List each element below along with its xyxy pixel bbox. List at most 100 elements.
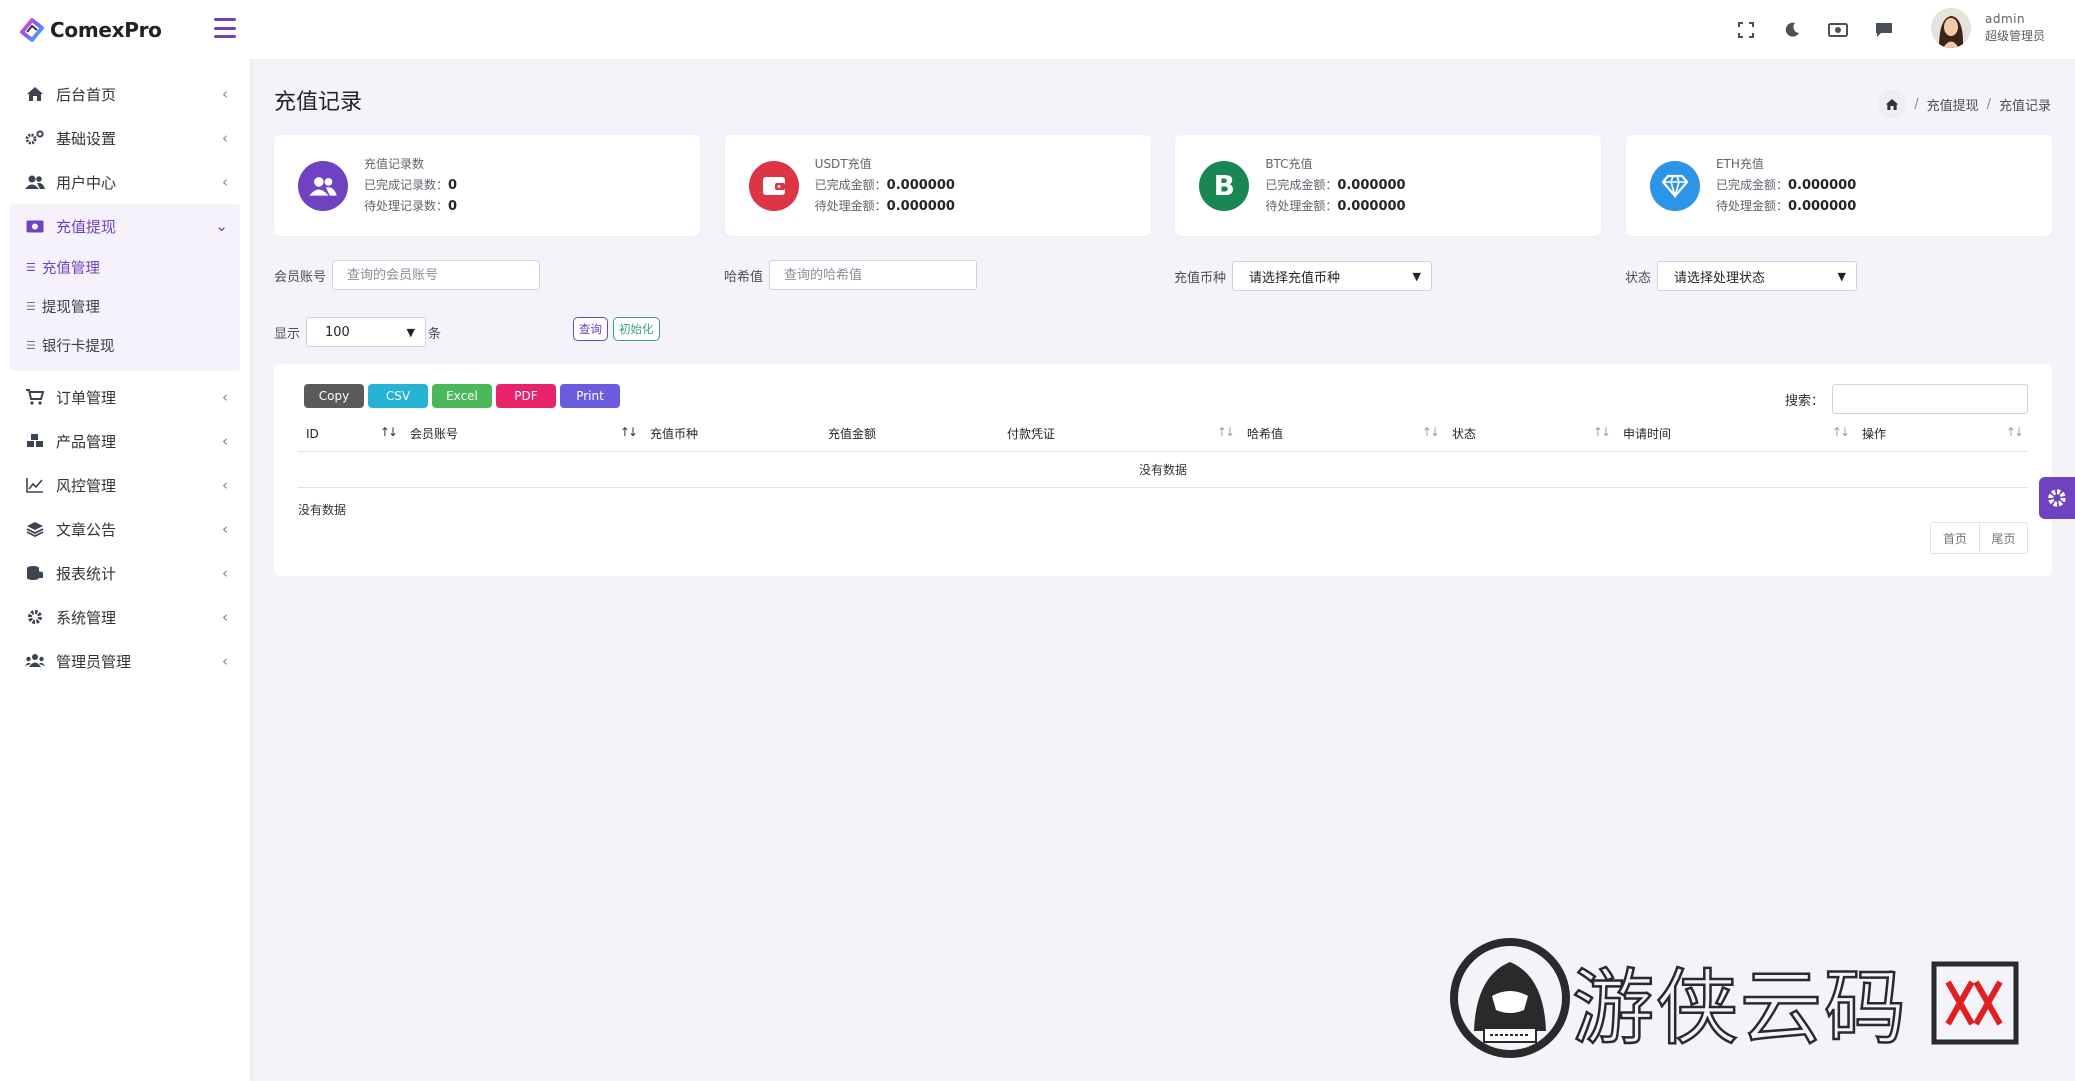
sidebar-item-admins[interactable]: 管理员管理 ‹ bbox=[0, 639, 250, 683]
fullscreen-icon[interactable] bbox=[1735, 19, 1757, 41]
pagination: 首页 尾页 bbox=[1930, 522, 2028, 554]
watermark-text: 游侠云码 bbox=[1572, 961, 1908, 1056]
breadcrumb-item-current: 充值记录 bbox=[1998, 98, 2051, 114]
sidebar-item-user-center[interactable]: 用户中心 ‹ bbox=[0, 160, 250, 204]
export-buttons: Copy CSV Excel PDF Print bbox=[304, 384, 620, 408]
sort-icon: ↑↓ bbox=[1421, 424, 1440, 439]
column-header[interactable]: 申请时间 ↑↓ bbox=[1615, 416, 1854, 452]
chevron-down-icon: ▼ bbox=[1412, 269, 1422, 283]
settings-gear-button[interactable] bbox=[2039, 477, 2075, 519]
sidebar-item-reports[interactable]: 报表统计 ‹ bbox=[0, 551, 250, 595]
pdf-button[interactable]: PDF bbox=[496, 384, 556, 408]
coin-select[interactable]: 请选择充值币种 ▼ bbox=[1232, 261, 1433, 291]
hash-input[interactable] bbox=[769, 260, 978, 290]
message-icon[interactable] bbox=[1873, 19, 1895, 41]
coins-icon bbox=[24, 562, 46, 584]
chevron-left-icon: ‹ bbox=[222, 564, 228, 582]
user-name: admin bbox=[1984, 12, 2026, 26]
chevron-left-icon: ‹ bbox=[222, 85, 228, 103]
status-select-value: 请选择处理状态 bbox=[1674, 270, 1766, 286]
reset-button[interactable]: 初始化 bbox=[613, 317, 660, 341]
card-label: 已完成记录数： bbox=[364, 178, 449, 192]
excel-button[interactable]: Excel bbox=[432, 384, 492, 408]
sidebar-menu: 后台首页 ‹ 基础设置 ‹ 用户中心 ‹ bbox=[0, 60, 250, 204]
money-bill-icon[interactable] bbox=[1827, 19, 1849, 41]
sidebar-subitem-recharge-manage[interactable]: ☰ 充值管理 bbox=[10, 248, 240, 287]
column-header[interactable]: 付款凭证 ↑↓ bbox=[999, 416, 1239, 452]
table-info: 没有数据 bbox=[298, 503, 347, 517]
coin-select-value: 请选择充值币种 bbox=[1249, 270, 1341, 286]
sidebar-subitem-withdraw-manage[interactable]: ☰ 提现管理 bbox=[10, 287, 240, 326]
card-value: 0.000000 bbox=[1787, 178, 1857, 193]
sidebar-item-label: 充值提现 bbox=[56, 217, 117, 236]
stat-cards: 充值记录数 已完成记录数：0 待处理记录数：0 USDT充值 已完成金额：0.0… bbox=[274, 135, 2052, 236]
filter-hash: 哈希值 bbox=[724, 260, 978, 290]
column-header[interactable]: ID ↑↓ bbox=[298, 416, 402, 452]
column-header[interactable]: 哈希值 ↑↓ bbox=[1239, 416, 1444, 452]
cubes-icon bbox=[24, 430, 46, 452]
list-icon: ☰ bbox=[26, 261, 36, 274]
sidebar-item-risk-control[interactable]: 风控管理 ‹ bbox=[0, 463, 250, 507]
sidebar-item-basic-settings[interactable]: 基础设置 ‹ bbox=[0, 116, 250, 160]
home-icon bbox=[24, 83, 46, 105]
breadcrumb: / 充值提现 / 充值记录 bbox=[1878, 90, 2051, 118]
logo[interactable]: ComexPro bbox=[0, 0, 250, 60]
topbar: admin 超级管理员 bbox=[250, 0, 2075, 60]
sidebar-item-system[interactable]: 系统管理 ‹ bbox=[0, 595, 250, 639]
sidebar-item-products[interactable]: 产品管理 ‹ bbox=[0, 419, 250, 463]
sidebar-item-dashboard[interactable]: 后台首页 ‹ bbox=[0, 72, 250, 116]
status-select[interactable]: 请选择处理状态 ▼ bbox=[1657, 261, 1858, 291]
sort-icon: ↑↓ bbox=[1592, 424, 1611, 439]
sidebar-item-recharge-withdraw[interactable]: 充值提现 ⌄ bbox=[10, 204, 240, 248]
sidebar-item-articles[interactable]: 文章公告 ‹ bbox=[0, 507, 250, 551]
layers-icon bbox=[24, 518, 46, 540]
logo-icon bbox=[20, 18, 44, 42]
stat-card-btc: B BTC充值 已完成金额：0.000000 待处理金额：0.000000 bbox=[1175, 135, 1602, 236]
bitcoin-icon: B bbox=[1199, 160, 1250, 211]
sidebar-subitem-bank-withdraw[interactable]: ☰ 银行卡提现 bbox=[10, 326, 240, 365]
query-button[interactable]: 查询 bbox=[573, 317, 608, 341]
column-header[interactable]: 充值币种 bbox=[642, 416, 820, 452]
menu-toggle-icon[interactable] bbox=[214, 18, 236, 38]
column-header[interactable]: 操作 ↑↓ bbox=[1854, 416, 2028, 452]
cart-icon bbox=[24, 386, 46, 408]
money-bill-icon bbox=[24, 215, 46, 237]
sidebar-item-orders[interactable]: 订单管理 ‹ bbox=[0, 375, 250, 419]
sidebar-item-label: 文章公告 bbox=[56, 520, 117, 539]
page-size-select[interactable]: 100 ▼ bbox=[306, 317, 427, 347]
first-page-button[interactable]: 首页 bbox=[1931, 523, 1979, 553]
copy-button[interactable]: Copy bbox=[304, 384, 364, 408]
print-button[interactable]: Print bbox=[560, 384, 620, 408]
sidebar-item-label: 订单管理 bbox=[56, 388, 117, 407]
wallet-icon bbox=[748, 160, 799, 211]
records-table-panel: Copy CSV Excel PDF Print 搜索： ID ↑↓ 会员账号 ↑↓… bbox=[274, 364, 2052, 576]
chevron-left-icon: ‹ bbox=[222, 520, 228, 538]
home-icon[interactable] bbox=[1878, 90, 1907, 118]
sidebar-item-label: 用户中心 bbox=[56, 173, 117, 192]
sort-icon: ↑↓ bbox=[1216, 424, 1235, 439]
card-label: 待处理金额： bbox=[1265, 199, 1338, 213]
member-account-input[interactable] bbox=[332, 260, 541, 290]
column-header[interactable]: 充值金额 bbox=[820, 416, 999, 452]
card-title: ETH充值 bbox=[1715, 157, 1764, 171]
breadcrumb-item[interactable]: 充值提现 bbox=[1927, 95, 1979, 114]
user-menu[interactable]: admin 超级管理员 bbox=[1930, 8, 2045, 48]
line-chart-icon bbox=[24, 474, 46, 496]
card-title: BTC充值 bbox=[1265, 157, 1313, 171]
watermark: 游侠云码 bbox=[1440, 936, 2040, 1061]
csv-button[interactable]: CSV bbox=[368, 384, 428, 408]
last-page-button[interactable]: 尾页 bbox=[1979, 523, 2027, 553]
user-role: 超级管理员 bbox=[1984, 29, 2045, 43]
topbar-icons bbox=[1735, 0, 1895, 60]
table-header: ID ↑↓ 会员账号 ↑↓ 充值币种 充值金额 付款凭证 ↑↓ 哈希值 ↑↓ 状态 ↑↓ … bbox=[298, 416, 2028, 452]
column-header[interactable]: 状态 ↑↓ bbox=[1444, 416, 1615, 452]
sort-icon: ↑↓ bbox=[1831, 424, 1850, 439]
table-search-input[interactable] bbox=[1832, 384, 2028, 414]
hash-label: 哈希值 bbox=[724, 269, 764, 285]
stat-card-records: 充值记录数 已完成记录数：0 待处理记录数：0 bbox=[274, 135, 700, 236]
avatar bbox=[1930, 8, 1971, 48]
moon-icon[interactable] bbox=[1781, 19, 1803, 41]
card-value: 0.000000 bbox=[886, 199, 955, 214]
column-header[interactable]: 会员账号 ↑↓ bbox=[402, 416, 642, 452]
sidebar-subitem-label: 充值管理 bbox=[41, 261, 100, 277]
